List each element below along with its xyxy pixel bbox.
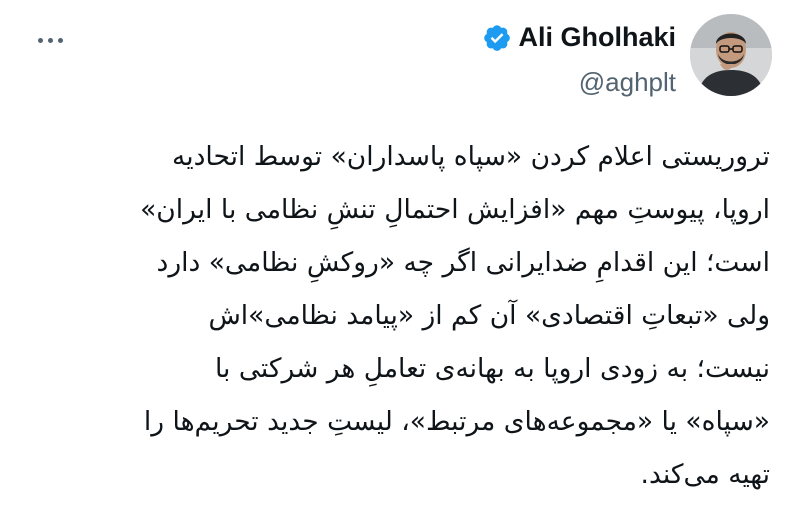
- more-dot-icon: [37, 37, 43, 43]
- tweet-text-line: اروپا، پیوستِ مهم «افزایش احتمالِ تنشِ ن…: [140, 194, 770, 225]
- name-row: Ali Gholhaki: [482, 22, 676, 53]
- tweet-text-line: «سپاه» یا «مجموعه‌های مرتبط»، لیستِ جدید…: [143, 406, 770, 437]
- avatar[interactable]: [690, 14, 772, 96]
- author-names: Ali Gholhaki @aghplt: [482, 14, 676, 98]
- tweet-header: Ali Gholhaki @aghplt: [482, 14, 772, 98]
- avatar-photo-icon: [690, 14, 772, 96]
- more-options-button[interactable]: [30, 28, 70, 52]
- tweet-text-line: تروریستی اعلام کردن «سپاه پاسداران» توسط…: [172, 141, 770, 172]
- tweet-text-line: نیست؛ به زودی اروپا به بهانه‌ی تعاملِ هر…: [214, 353, 770, 384]
- more-dot-icon: [57, 37, 63, 43]
- tweet-text-line: ولی «تبعاتِ اقتصادی» آن کم از «پیامد نظا…: [208, 300, 770, 331]
- tweet-text-line: است؛ این اقدامِ ضدایرانی اگر چه «روکشِ ن…: [156, 247, 770, 278]
- tweet-text: تروریستی اعلام کردن «سپاه پاسداران» توسط…: [30, 130, 770, 501]
- tweet-text-line: تهیه می‌کند.: [640, 459, 770, 490]
- more-dot-icon: [47, 37, 53, 43]
- tweet-card: Ali Gholhaki @aghplt تروریستی اعلام کردن…: [0, 0, 800, 510]
- verified-badge-icon: [484, 24, 511, 51]
- author-handle[interactable]: @aghplt: [579, 67, 676, 98]
- author-display-name[interactable]: Ali Gholhaki: [518, 22, 676, 53]
